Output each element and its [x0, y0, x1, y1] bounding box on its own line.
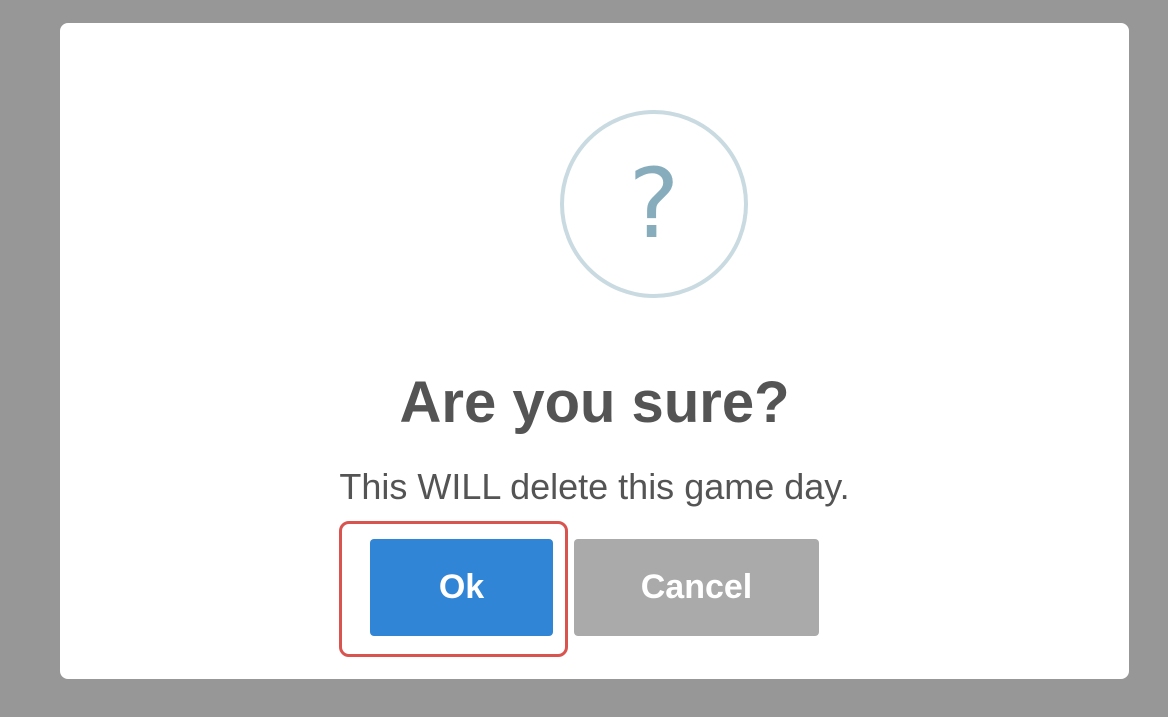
- ok-button[interactable]: Ok: [370, 539, 553, 636]
- dialog-message: This WILL delete this game day.: [339, 466, 850, 507]
- dialog-title: Are you sure?: [399, 370, 790, 435]
- confirm-dialog: ? Are you sure? This WILL delete this ga…: [60, 23, 1129, 679]
- modal-overlay: ? Are you sure? This WILL delete this ga…: [0, 0, 1168, 717]
- cancel-button[interactable]: Cancel: [574, 539, 819, 636]
- question-icon: ?: [560, 110, 748, 298]
- question-glyph: ?: [628, 148, 680, 260]
